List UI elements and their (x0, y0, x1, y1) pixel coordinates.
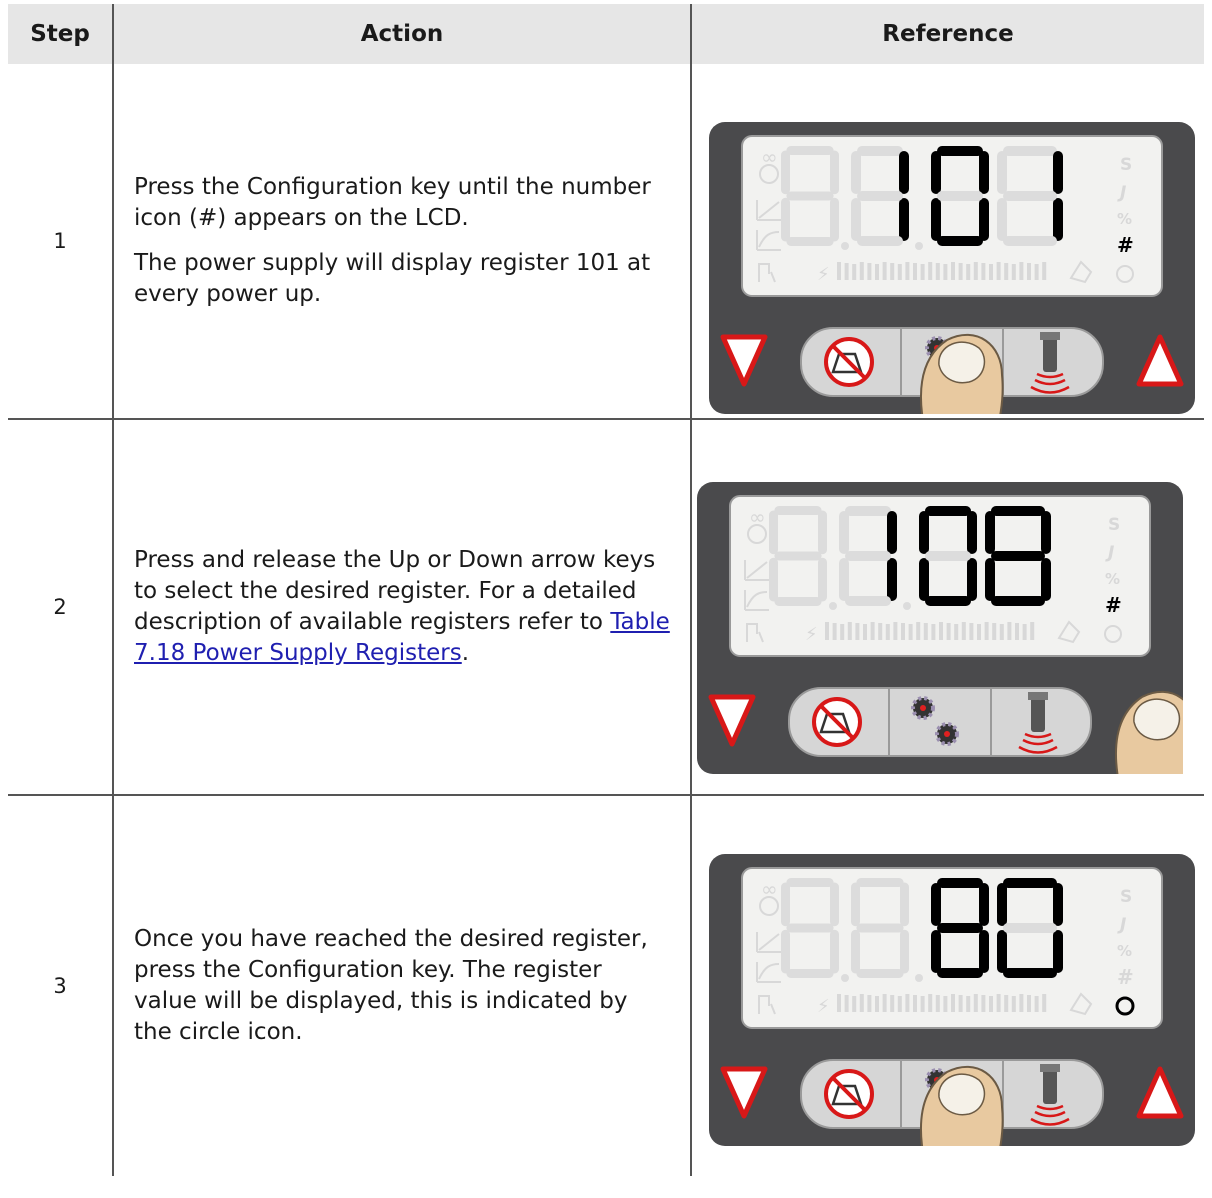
control-panel-image: ∞ ⚡ S J % # (709, 854, 1195, 1184)
header-reference: Reference (690, 4, 1204, 64)
svg-text:S: S (1120, 887, 1132, 907)
action-text-body: Press and release the Up or Down arrow k… (134, 547, 656, 635)
action-text: Press and release the Up or Down arrow k… (134, 545, 670, 669)
svg-text:⚡: ⚡ (817, 996, 830, 1017)
lcd-panel-svg: ∞ ⚡ S J % # (709, 122, 1195, 452)
svg-text:#: # (1105, 593, 1122, 617)
svg-text:#: # (1117, 965, 1134, 989)
reference-cell: ∞ ⚡ S J % # (690, 64, 1204, 452)
svg-text:%: % (1117, 210, 1132, 228)
action-text-tail: . (461, 640, 470, 666)
svg-text:%: % (1117, 942, 1132, 960)
lcd-panel-svg: ∞ ⚡ S J % # (697, 482, 1199, 809)
control-panel-image: ∞ ⚡ S J % # (709, 122, 1195, 452)
svg-text:⚡: ⚡ (805, 624, 818, 645)
control-panel-image: ∞ ⚡ S J % # (697, 482, 1199, 809)
action-note: The power supply will display register 1… (134, 250, 651, 307)
header-row: Step Action Reference (8, 4, 1204, 64)
table-row: 3 Once you have reached the desired regi… (8, 794, 1204, 1184)
reference-cell: ∞ ⚡ S J % # (690, 418, 1204, 809)
header-action: Action (112, 4, 692, 64)
table-row: 2 Press and release the Up or Down arrow… (8, 418, 1204, 809)
reference-cell: ∞ ⚡ S J % # (690, 794, 1204, 1184)
action-text: Press the Configuration key until the nu… (134, 174, 651, 231)
steps-table: Step Action Reference 1 Press the Config… (8, 4, 1204, 1184)
svg-text:⚡: ⚡ (817, 264, 830, 285)
lcd-panel-svg: ∞ ⚡ S J % # (709, 854, 1195, 1184)
step-number: 3 (8, 794, 114, 1176)
svg-text:S: S (1108, 515, 1120, 535)
table-row: 1 Press the Configuration key until the … (8, 64, 1204, 452)
action-cell: Press the Configuration key until the nu… (112, 64, 692, 420)
action-text: Once you have reached the desired regist… (134, 926, 648, 1045)
svg-text:%: % (1105, 570, 1120, 588)
step-number: 2 (8, 418, 114, 796)
svg-text:S: S (1120, 155, 1132, 175)
svg-text:#: # (1117, 233, 1134, 257)
action-cell: Once you have reached the desired regist… (112, 794, 692, 1176)
action-cell: Press and release the Up or Down arrow k… (112, 418, 692, 796)
step-number: 1 (8, 64, 114, 420)
header-step: Step (8, 4, 114, 64)
